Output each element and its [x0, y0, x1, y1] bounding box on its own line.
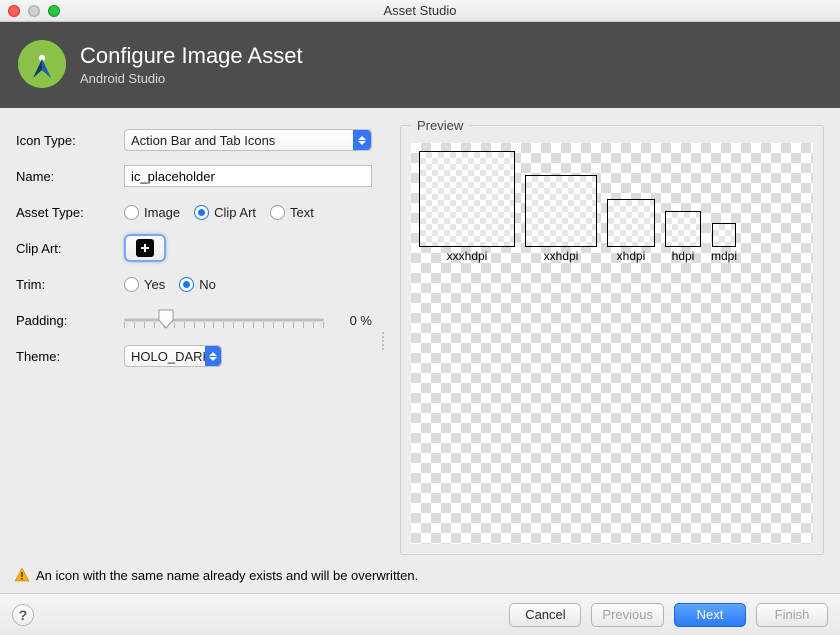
warning-bar: An icon with the same name already exist… — [0, 561, 840, 593]
preview-box — [665, 211, 701, 247]
preview-label: xhdpi — [617, 249, 646, 263]
theme-value: HOLO_DARK — [131, 349, 211, 364]
trim-no-radio[interactable]: No — [179, 277, 216, 292]
preview-box — [712, 223, 736, 247]
footer: ? Cancel Previous Next Finish — [0, 593, 840, 635]
trim-yes-radio[interactable]: Yes — [124, 277, 165, 292]
theme-label: Theme: — [16, 349, 124, 364]
preview-box — [525, 175, 597, 247]
asset-type-text-radio[interactable]: Text — [270, 205, 314, 220]
window: Asset Studio Configure Image Asset Andro… — [0, 0, 840, 635]
window-title: Asset Studio — [0, 3, 840, 18]
chevron-updown-icon — [353, 130, 371, 150]
name-input[interactable] — [124, 165, 372, 187]
next-button[interactable]: Next — [674, 603, 746, 627]
preview-label: xxhdpi — [544, 249, 579, 263]
clip-art-label: Clip Art: — [16, 241, 124, 256]
asset-type-option-label: Text — [290, 205, 314, 220]
trim-radio-group: Yes No — [124, 277, 216, 292]
padding-slider[interactable] — [124, 309, 324, 331]
preview-legend: Preview — [411, 118, 469, 133]
android-studio-logo — [18, 40, 66, 88]
warning-text: An icon with the same name already exist… — [36, 568, 418, 583]
help-button[interactable]: ? — [12, 604, 34, 626]
preview-panel: Preview xxxhdpixxhdpixhdpihdpimdpi — [400, 126, 824, 555]
cancel-button[interactable]: Cancel — [509, 603, 581, 627]
preview-label: hdpi — [672, 249, 695, 263]
preview-item: xhdpi — [607, 199, 655, 263]
asset-type-radio-group: Image Clip Art Text — [124, 205, 314, 220]
preview-item: mdpi — [711, 223, 737, 263]
preview-box — [419, 151, 515, 247]
asset-type-label: Asset Type: — [16, 205, 124, 220]
asset-type-clipart-radio[interactable]: Clip Art — [194, 205, 256, 220]
form-panel: Icon Type: Action Bar and Tab Icons Name… — [16, 126, 372, 555]
name-label: Name: — [16, 169, 124, 184]
icon-type-value: Action Bar and Tab Icons — [131, 133, 275, 148]
preview-box — [607, 199, 655, 247]
previous-button[interactable]: Previous — [591, 603, 664, 627]
trim-label: Trim: — [16, 277, 124, 292]
theme-select[interactable]: HOLO_DARK — [124, 345, 222, 367]
page-title: Configure Image Asset — [80, 43, 303, 69]
page-subtitle: Android Studio — [80, 71, 303, 86]
preview-item: xxxhdpi — [419, 151, 515, 263]
wizard-header: Configure Image Asset Android Studio — [0, 22, 840, 108]
finish-button[interactable]: Finish — [756, 603, 828, 627]
chevron-updown-icon — [205, 346, 221, 366]
icon-type-label: Icon Type: — [16, 133, 124, 148]
icon-type-select[interactable]: Action Bar and Tab Icons — [124, 129, 372, 151]
warning-icon — [14, 567, 30, 583]
preview-fieldset: Preview xxxhdpi xxhdpi xhdpi hdpi mdpi — [400, 118, 824, 555]
slider-thumb[interactable] — [158, 309, 174, 329]
preview-label: xxxhdpi — [447, 249, 488, 263]
preview-label: mdpi — [711, 249, 737, 263]
splitter-handle[interactable] — [382, 332, 388, 350]
padding-value: 0 % — [334, 313, 372, 328]
asset-type-option-label: Image — [144, 205, 180, 220]
preview-item: xxhdpi — [525, 175, 597, 263]
asset-type-image-radio[interactable]: Image — [124, 205, 180, 220]
trim-option-label: No — [199, 277, 216, 292]
preview-item: hdpi — [665, 211, 701, 263]
trim-option-label: Yes — [144, 277, 165, 292]
padding-label: Padding: — [16, 313, 124, 328]
add-clipart-icon — [136, 239, 154, 257]
body: Icon Type: Action Bar and Tab Icons Name… — [0, 108, 840, 561]
asset-type-option-label: Clip Art — [214, 205, 256, 220]
clip-art-button[interactable] — [124, 234, 166, 262]
header-text: Configure Image Asset Android Studio — [80, 43, 303, 86]
preview-canvas: xxxhdpi xxhdpi xhdpi hdpi mdpi — [411, 143, 813, 544]
titlebar: Asset Studio — [0, 0, 840, 22]
